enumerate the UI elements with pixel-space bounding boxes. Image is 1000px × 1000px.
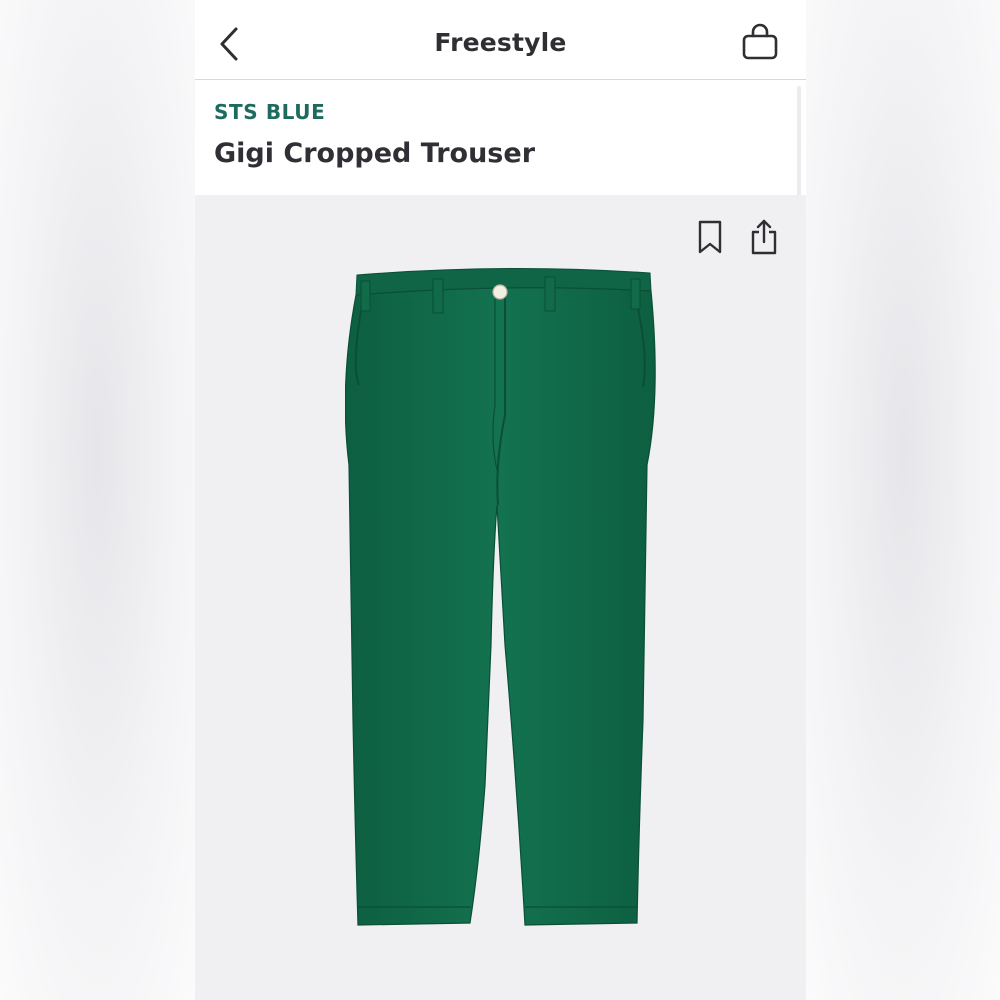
app-screen: Freestyle STS BLUE Gigi Cropped Trouser [195,0,806,1000]
shopping-bag-icon [742,23,778,60]
share-button[interactable] [747,217,781,257]
page-title: Freestyle [434,28,567,57]
product-name: Gigi Cropped Trouser [214,138,536,169]
product-gallery [195,195,806,1000]
background-left [0,0,195,1000]
navigation-bar: Freestyle [195,0,806,80]
shopping-bag-button[interactable] [738,20,782,64]
share-icon [751,219,777,255]
background-right [806,0,1000,1000]
trouser-image [345,267,656,926]
product-info: STS BLUE Gigi Cropped Trouser [195,80,806,195]
bookmark-icon [698,220,722,254]
brand-name: STS BLUE [214,100,326,124]
bookmark-button[interactable] [693,217,727,257]
